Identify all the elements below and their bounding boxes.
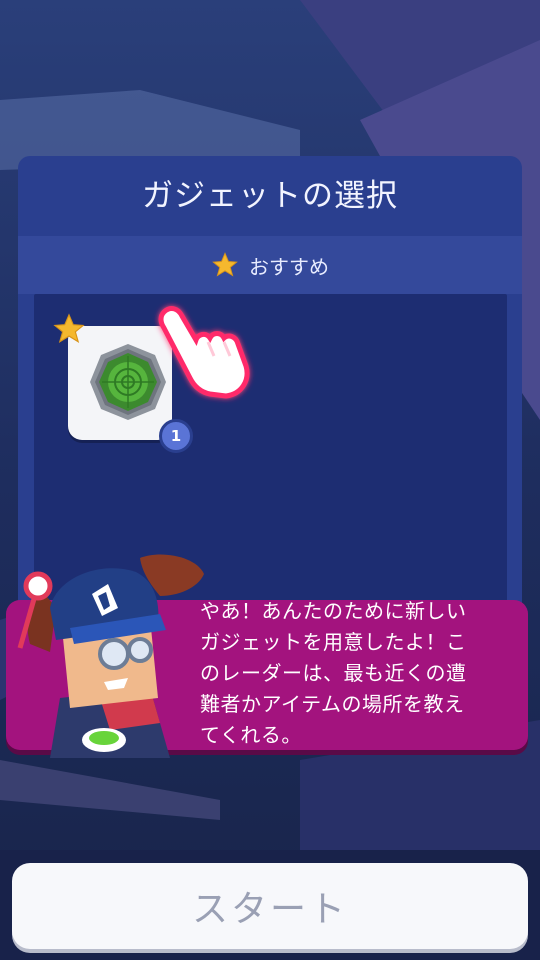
recommend-bar: おすすめ xyxy=(18,236,522,294)
pointer-hand-icon xyxy=(158,306,250,399)
gadget-count-badge: 1 xyxy=(159,419,193,453)
character-portrait xyxy=(17,554,204,758)
recommend-row: おすすめ xyxy=(18,236,522,294)
star-icon xyxy=(212,252,238,277)
recommend-label: おすすめ xyxy=(249,254,329,279)
recommended-star-icon xyxy=(53,313,85,343)
panel-title: ガジェットの選択 xyxy=(142,178,398,214)
start-button[interactable]: スタート xyxy=(12,863,528,949)
dialog-text: やあ！あんたのために新しい ガジェットを用意したよ！こ のレーダーは、最も近くの… xyxy=(200,599,467,747)
